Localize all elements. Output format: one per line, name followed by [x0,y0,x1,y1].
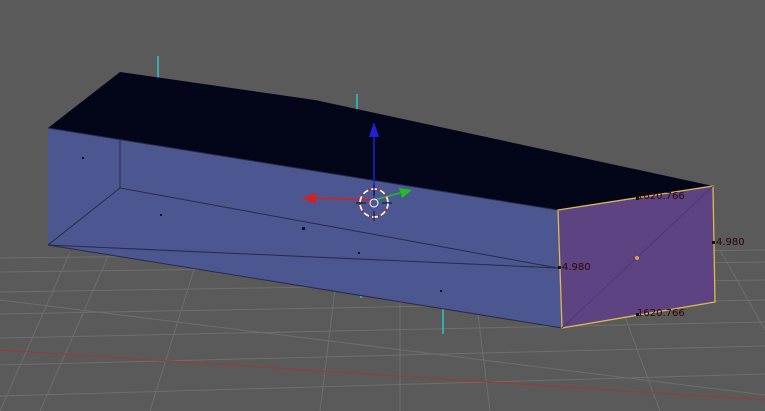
3d-viewport[interactable]: 1620.766 4.980 4.980 1620.766 [0,0,765,411]
face-center-dot [635,256,639,260]
edge-length-bottom-label: 1620.766 [637,308,685,319]
edge-length-right-label: 4.980 [716,237,745,248]
edge-length-left-label: 4.980 [562,262,591,273]
viewport-scene[interactable]: 1620.766 4.980 4.980 1620.766 [0,0,765,411]
edge-length-top-label: 1620.766 [637,191,685,202]
